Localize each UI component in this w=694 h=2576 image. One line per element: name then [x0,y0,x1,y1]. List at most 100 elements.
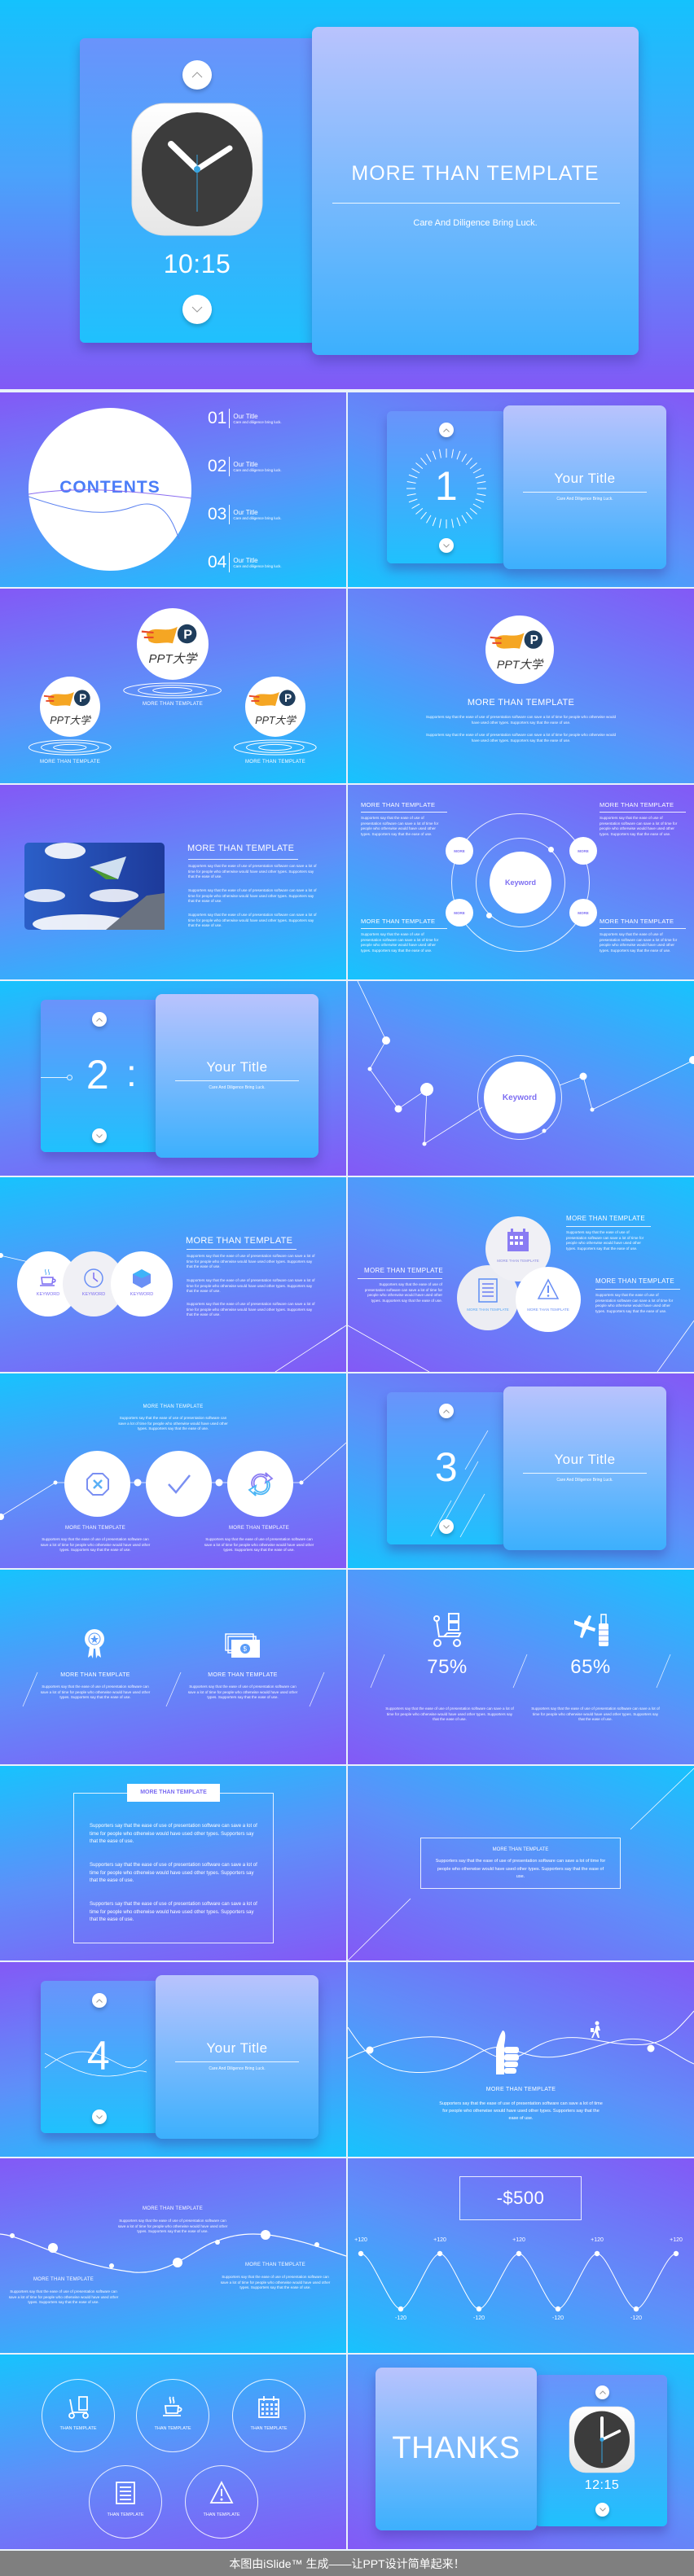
divider [523,1473,647,1474]
heading: MORE THAN TEMPLATE [485,2087,556,2092]
divider [332,203,620,204]
body-text: Supporters say that the ease of use of p… [595,1293,674,1313]
body-text: Supporters say that the ease of use of p… [435,1859,606,1879]
slide-wave-timeline[interactable]: MORE THAN TEMPLATE Supporters say that t… [0,2158,346,2353]
more-button[interactable]: MORE [569,837,597,865]
heading: MORE THAN TEMPLATE [228,1526,290,1531]
scroll-down-button[interactable] [92,2109,107,2124]
tick-mark [461,453,467,462]
slide-section-3[interactable]: 3 Your Title Care And Diligence Bring Lu… [348,1373,694,1568]
clock-time: 10:15 [163,249,231,278]
scroll-down-button[interactable] [595,2503,609,2517]
slide-icon-circles[interactable]: THAN TEMPLATE THAN TEMPLATE THAN TEMPLATE T… [0,2355,346,2549]
logo-text: PPT大学 [496,658,543,672]
tick-mark [438,519,441,528]
icon-circle-label: THAN TEMPLATE [59,2426,97,2431]
body-text: Supporters say that the ease of use of p… [188,864,317,879]
body-text: Supporters say that the ease of use of p… [566,1230,644,1251]
slide-stats[interactable]: 75% 65% Supporters say that the ease of … [348,1570,694,1764]
slide-awards[interactable]: $ MORE THAN TEMPLATE Supporters say that… [0,1570,346,1764]
trough-point [633,2306,639,2312]
ripple-rings [123,682,222,699]
more-button[interactable]: MORE [569,899,597,927]
scroll-down-button[interactable] [182,295,212,324]
thanks-title: THANKS [392,2431,520,2465]
slide-thanks[interactable]: 12:15 THANKS [348,2355,694,2549]
scroll-down-button[interactable] [92,1128,107,1143]
peak-label: +120 [591,2237,604,2243]
slide-icon-cluster[interactable]: MORE THAN TEMPLATE MORE THAN TEMPLATE MO… [348,1177,694,1372]
body-text: Supporters say that the ease of use of p… [187,1302,315,1317]
slide-keywords[interactable]: KEYWORD KEYWORD KEYWORD MORE THAN TEMPLATE… [0,1177,346,1372]
section-tagline: Care And Diligence Bring Luck. [556,1478,613,1483]
contents-item-subtitle: Care and diligence bring luck. [233,468,282,472]
divider [600,812,686,813]
tick-mark [420,511,427,519]
contents-item[interactable]: 01 Our Title Care and diligence bring luck… [208,408,282,429]
peak-label: +120 [433,2237,446,2243]
scroll-up-button[interactable] [182,60,212,90]
trough-label: -120 [630,2315,642,2321]
heading: MORE THAN TEMPLATE [361,801,436,808]
scroll-up-button[interactable] [92,1993,107,2008]
slide-section-2[interactable]: 2 : Your Title Care And Diligence Bring … [0,981,346,1176]
slide-logo-text[interactable]: P PPT大学 MORE THAN TEMPLATE Supporters say… [348,589,694,783]
scroll-up-button[interactable] [595,2385,609,2399]
contents-item[interactable]: 03 Our Title Care and diligence bring luck… [208,504,282,525]
body-text: Supporters say that the ease of use of p… [187,1254,315,1269]
scroll-down-button[interactable] [439,1519,454,1534]
warning-icon [209,2481,234,2504]
orbit-dot [548,847,554,852]
slide-boxed-text[interactable]: MORE THAN TEMPLATE Supporters say that t… [348,1766,694,1960]
tick-mark [426,453,432,462]
scroll-up-button[interactable] [439,1404,454,1418]
slide-oscillation[interactable]: -$500 +120 +120 +120 +120 +120 -120 -120 -120 -1… [348,2158,694,2353]
slide-title[interactable]: 10:15 MORE THAN TEMPLATE Care And Dilige… [0,0,694,389]
frame-label: MORE THAN TEMPLATE [127,1784,220,1802]
heading: MORE THAN TEMPLATE [186,1236,293,1246]
slide-keyword-orbit[interactable]: Keyword MORE MORE MORE MORE MORE THAN TEMPL… [348,785,694,979]
icon-circle: THAN TEMPLATE [185,2465,258,2539]
scroll-down-button[interactable] [439,538,454,553]
slide-keyword-network[interactable]: Keyword [348,981,694,1176]
divider [358,1278,442,1279]
thanks-card: THANKS [376,2368,537,2530]
contents-item[interactable]: 02 Our Title Care and diligence bring luck… [208,456,282,477]
more-button[interactable]: MORE [446,899,473,927]
heading: MORE THAN TEMPLATE [492,1847,549,1852]
slide-photo-text[interactable]: MORE THAN TEMPLATE Supporters say that t… [0,785,346,979]
more-button[interactable]: MORE [446,837,473,865]
body-text: Supporters say that the ease of use of p… [40,1537,151,1553]
slide-framed-text[interactable]: MORE THAN TEMPLATE Supporters say that t… [0,1766,346,1960]
ripple-rings [29,739,112,756]
body-text: Supporters say that the ease of use of p… [188,913,317,928]
hero-subtitle: Care And Diligence Bring Luck. [413,218,538,228]
scroll-up-button[interactable] [92,1012,107,1027]
peak-label: +120 [354,2237,367,2243]
slide-contents[interactable]: CONTENTS 01 Our Title Care and diligence b… [0,392,346,587]
icon-circle: THAN TEMPLATE [136,2379,209,2452]
slide-process[interactable]: MORE THAN TEMPLATE Supporters say that t… [0,1373,346,1568]
body-text: Supporters say that the ease of use of p… [90,1902,257,1922]
tick-mark [432,450,437,460]
connector-line [41,1077,68,1078]
slide-section-1[interactable]: 1 Your Title Care And Diligence Bring Lu… [348,392,694,587]
slide-logos[interactable]: P PPT大学 P PPT大学 P PPT大学 MORE THAN TEMPLATE MORE… [0,589,346,783]
slide-section-4[interactable]: 4 Your Title Care And Diligence Bring Lu… [0,1962,346,2157]
heading: MORE THAN TEMPLATE [64,1526,126,1531]
tick-mark [461,515,467,524]
divider [188,859,298,860]
body-text: Supporters say that the ease of use of p… [600,932,678,953]
scroll-up-button[interactable] [439,423,454,437]
thumbs-up-icon [496,2031,519,2074]
close-octagon-icon [86,1473,109,1496]
contents-item[interactable]: 04 Our Title Care and diligence bring luck… [208,552,282,573]
windsurf-photo [24,843,165,930]
slash-lines [22,1671,325,1707]
heading: MORE THAN TEMPLATE [595,1277,674,1285]
slide-thumbs-up[interactable]: MORE THAN TEMPLATE Supporters say that t… [348,1962,694,2157]
keyword-circle: Keyword [490,852,551,913]
body-text: Supporters say that the ease of use of p… [385,1706,514,1722]
body-text: Supporters say that the ease of use of p… [439,2101,603,2121]
text-box: MORE THAN TEMPLATE Supporters say that t… [420,1838,621,1889]
